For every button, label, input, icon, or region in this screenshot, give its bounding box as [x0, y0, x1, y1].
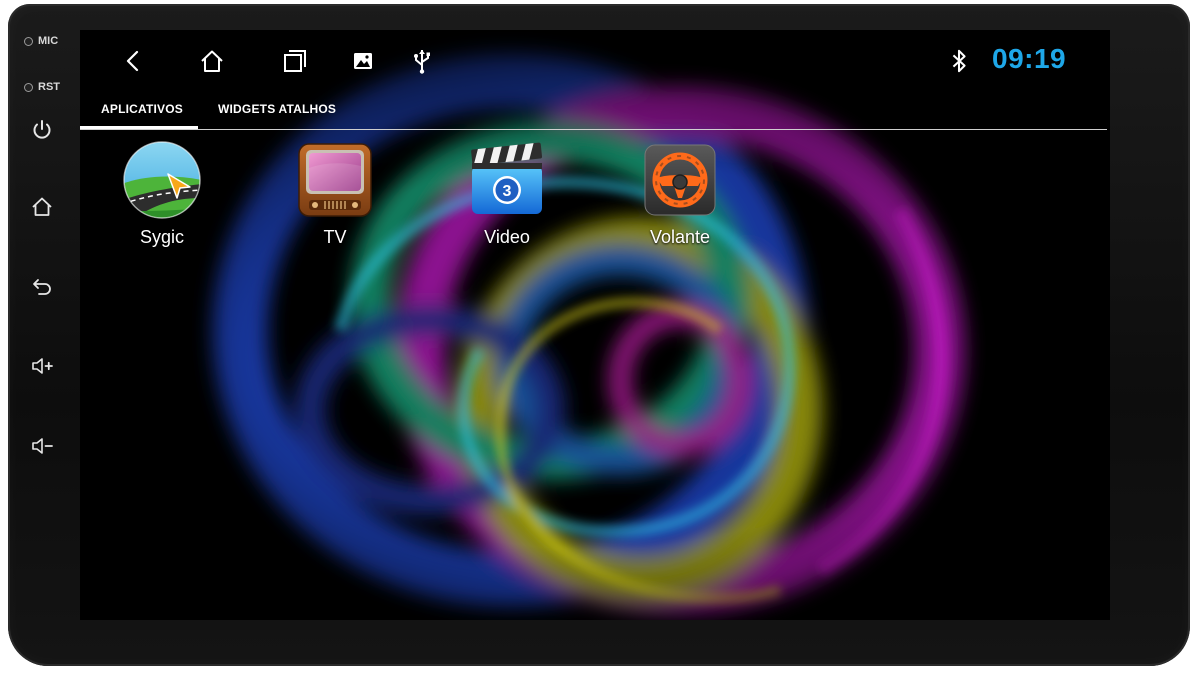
app-label: Volante	[649, 227, 711, 247]
clock: 09:19	[992, 43, 1067, 74]
steering-wheel-icon	[644, 144, 716, 216]
gallery-icon	[354, 53, 372, 69]
video-icon: 3	[471, 142, 543, 214]
app-label: Video	[484, 227, 530, 247]
sygic-icon	[123, 141, 201, 219]
app-tv[interactable]: TV	[275, 140, 395, 248]
reset-dot	[24, 82, 33, 92]
home-icon	[201, 50, 223, 72]
app-sygic[interactable]: Sygic	[102, 140, 222, 248]
power-icon	[33, 120, 51, 139]
app-video[interactable]: 3 Video	[447, 140, 567, 248]
mic-dot	[24, 36, 33, 46]
tab-aplicativos[interactable]: APLICATIVOS	[101, 102, 183, 116]
display-screen: 09:19 APLICATIVOS WIDGETS ATALHOS Sygic …	[80, 30, 1110, 620]
nav-recents-button[interactable]	[277, 44, 311, 78]
nav-back-button[interactable]	[116, 44, 150, 78]
mic-indicator: MIC	[24, 35, 58, 47]
side-home-button[interactable]	[26, 191, 58, 223]
launcher-tabs: APLICATIVOS WIDGETS ATALHOS	[80, 94, 1110, 130]
active-tab-indicator	[80, 126, 198, 129]
app-volante[interactable]: Volante	[620, 140, 740, 248]
side-back-button[interactable]	[26, 270, 58, 302]
usb-icon	[414, 50, 430, 74]
nav-home-button[interactable]	[195, 44, 229, 78]
reset-button[interactable]: RST	[24, 81, 60, 93]
tab-widgets-atalhos[interactable]: WIDGETS ATALHOS	[218, 102, 336, 116]
volume-up-button[interactable]	[26, 350, 58, 382]
volume-down-button[interactable]	[26, 430, 58, 462]
gallery-button[interactable]	[346, 44, 380, 78]
power-button[interactable]	[26, 114, 58, 146]
status-bar: 09:19	[80, 30, 1110, 90]
back-icon	[126, 50, 139, 72]
volume-up-icon	[32, 358, 53, 374]
svg-text:3: 3	[503, 183, 512, 200]
app-label: Sygic	[139, 227, 184, 247]
bluetooth-icon	[952, 49, 966, 73]
rst-label: RST	[38, 81, 60, 93]
app-label: TV	[323, 227, 347, 247]
home-icon	[32, 197, 52, 216]
bluetooth-indicator	[944, 46, 974, 76]
usb-indicator	[405, 44, 439, 78]
volume-down-icon	[32, 438, 53, 454]
mic-label: MIC	[38, 35, 59, 47]
tabs-divider	[80, 129, 1107, 130]
back-icon	[33, 279, 51, 295]
recents-icon	[284, 50, 306, 72]
tv-icon	[298, 143, 372, 217]
